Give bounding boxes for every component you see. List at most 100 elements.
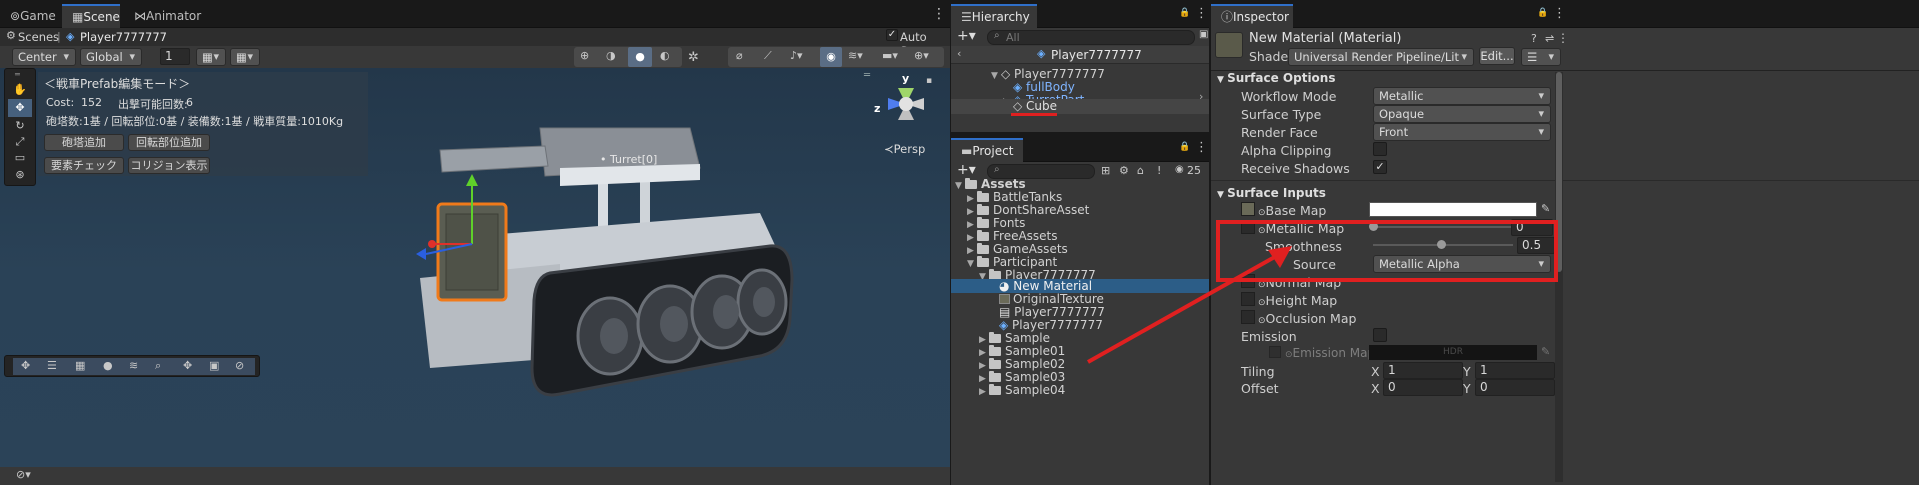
alpha-clipping-checkbox[interactable] [1373,142,1387,156]
overlay-handle-icon[interactable]: ═ [864,70,870,81]
tiling-x-field[interactable]: 1 [1383,362,1463,379]
move-tool-icon[interactable]: ✥ [8,99,32,117]
show-collision-button[interactable]: コリジョン表示 [128,157,210,174]
compass-icon[interactable]: ⊘ [235,359,244,372]
surface-type-dropdown[interactable]: Opaque [1373,105,1551,123]
add-rotator-button[interactable]: 回転部位追加 [128,134,210,151]
visibility-count-icon: ◉ [1175,164,1184,175]
layers-icon[interactable]: ≋ [129,359,138,372]
material-name: New Material (Material) [1249,31,1402,46]
inspector-lock-icon[interactable]: 🔒 [1537,8,1548,18]
render-face-dropdown[interactable]: Front [1373,123,1551,141]
project-lock-icon[interactable]: 🔒 [1179,142,1190,152]
tab-game[interactable]: ⊚ Game [0,4,66,28]
label-icon[interactable]: ⌂ [1137,164,1144,177]
folder-icon [977,256,989,267]
receive-shadows-checkbox[interactable]: ✓ [1373,160,1387,174]
search-scene-icon[interactable]: ⌕ [155,359,161,373]
folder-tab-icon: ▬ [961,144,973,158]
wireframe-icon[interactable]: ⊕ [580,49,589,62]
folder-icon [989,345,1001,356]
add-turret-button[interactable]: 砲塔追加 [44,134,124,151]
search-by-type-icon[interactable]: ⊞ [1101,164,1110,177]
2d-toggle-icon[interactable]: ⌀ [736,49,743,62]
camera-overlay-icon[interactable]: ▣ [209,359,219,372]
scene-viewport[interactable]: y z ▪ ≺Persp ═ • Turret[0] ═ ✋ ✥ ↻ ⤢ ▭ ⊛… [0,68,950,477]
shader-dropdown[interactable]: Universal Render Pipeline/Lit [1288,48,1474,66]
create-plus-icon[interactable]: +▾ [957,28,976,44]
shaded-wire-icon[interactable]: ◑ [606,49,616,62]
hierarchy-menu-icon[interactable]: ⋮ [1195,6,1208,21]
visibility-eye-icon[interactable]: ◉ [820,47,842,67]
edit-shader-button[interactable]: Edit... [1479,47,1515,65]
presets-icon[interactable]: ⇌ [1545,32,1554,45]
increment-snap-dropdown[interactable]: ▦ [230,48,260,66]
breadcrumb-root[interactable]: Scenes [18,30,59,44]
offset-label: Offset [1241,381,1279,396]
tab-project[interactable]: ▬ Project [951,138,1023,162]
move-snap-icon[interactable]: ✥ [21,359,30,372]
element-check-button[interactable]: 要素チェック [44,157,124,174]
hierarchy-search-input[interactable]: ⌕ All [987,30,1195,45]
tab-hierarchy[interactable]: ☰ Hierarchy [951,4,1037,28]
auto-save-checkbox[interactable]: ✓ [886,29,898,41]
offset-y-field[interactable]: 0 [1475,379,1555,396]
tab-inspector[interactable]: ⓘ Inspector [1211,4,1293,28]
gizmo-lock-icon[interactable]: ▪ [926,76,932,86]
grid-size-field[interactable]: 1 [160,48,190,65]
transform-tool-icon[interactable]: ⊛ [8,166,32,184]
more-menu-icon[interactable]: ⋮ [932,6,946,22]
space-dropdown[interactable]: Global [80,48,142,66]
hand-tool-icon[interactable]: ✋ [8,81,32,99]
tab-animator[interactable]: ⋈ Animator [124,4,211,28]
alpha-clipping-label: Alpha Clipping [1241,143,1332,158]
gizmos-icon[interactable]: ⊕▾ [914,49,929,62]
hidden-count: 25 [1187,164,1201,177]
base-map-texture-slot[interactable] [1241,202,1255,216]
base-map-color-field[interactable] [1369,202,1537,217]
grid-snap-dropdown[interactable]: ▦ [196,48,226,66]
audio-icon[interactable]: ♪▾ [790,49,803,62]
scene-camera-dropdown-icon[interactable]: ⊘▾ [16,468,31,481]
camera-icon[interactable]: ▬▾ [882,49,898,62]
sortie-value: 6 [186,96,193,109]
project-menu-icon[interactable]: ⋮ [1195,140,1208,155]
tab-scene[interactable]: ▦ Scene [62,4,120,28]
filter-type-icon[interactable]: ⚙ [1119,164,1129,177]
hierarchy-panel: +▾ ⌕ All ▣ ‹ ◈ Player7777777 ▼ ◇ Player77… [951,28,1209,132]
warning-icon[interactable]: ! [1157,164,1161,177]
shader-options-dropdown[interactable]: ☰ [1521,48,1561,66]
prefab-header-label: Player7777777 [1051,48,1142,62]
scene-view-options: ⌀ ⟋ ♪▾ ◉ ≋▾ ▬▾ ⊕▾ [728,47,944,67]
workflow-mode-dropdown[interactable]: Metallic [1373,87,1551,105]
debug-bug-icon[interactable]: ✲ [688,50,699,65]
pivot-dropdown[interactable]: Center [12,48,76,66]
unlit-icon[interactable]: ◐ [660,49,670,62]
effects-icon[interactable]: ≋▾ [848,49,863,62]
render-face-label: Render Face [1241,125,1318,140]
grid-overlay-icon[interactable]: ▦ [75,359,85,372]
offset-x-field[interactable]: 0 [1383,379,1463,396]
project-item[interactable]: ▶ Sample04 [979,382,1065,398]
navigation-icon[interactable]: ✥ [183,359,192,372]
sortie-label: 出撃可能回数: [118,98,188,111]
perspective-label[interactable]: ≺Persp [884,142,925,156]
emission-checkbox[interactable] [1373,328,1387,342]
surface-options-header[interactable]: ▼ Surface Options [1217,71,1335,85]
rect-tool-icon[interactable]: ▭ [8,149,32,167]
lock-icon[interactable]: 🔒 [1179,8,1190,18]
lighting-icon[interactable]: ⟋ [764,49,772,63]
hierarchy-item-cube[interactable]: ◇ Cube [1013,98,1057,114]
back-arrow-icon[interactable]: ‹ [957,47,961,60]
component-menu-icon[interactable]: ⋮ [1557,31,1569,45]
shaded-icon[interactable]: ● [628,47,652,67]
tiling-y-field[interactable]: 1 [1475,362,1555,379]
sphere-icon[interactable]: ● [103,359,113,372]
eyedropper-icon[interactable]: ✎ [1541,202,1550,215]
inspector-menu-icon[interactable]: ⋮ [1553,6,1566,21]
filter-icon[interactable]: ▣ [1199,29,1208,40]
surface-inputs-header[interactable]: ▼ Surface Inputs [1217,186,1326,200]
help-icon[interactable]: ? [1531,32,1537,45]
cost-value: 152 [81,96,102,109]
align-icon[interactable]: ☰ [47,359,57,372]
